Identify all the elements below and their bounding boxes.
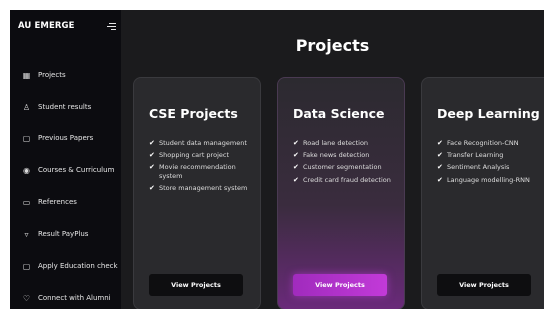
app-frame: AU EMERGE ▦ Projects ♙ Student results ▢… [10, 10, 544, 309]
check-icon: ✔ [437, 139, 443, 147]
sidebar-item-label: Result PayPlus [38, 230, 89, 238]
sidebar-item-connect-alumni[interactable]: ♡ Connect with Alumni [10, 289, 121, 309]
list-item: ✔ Road lane detection [293, 139, 369, 147]
user-icon: ♙ [22, 103, 31, 112]
sidebar-item-courses[interactable]: ◉ Courses & Curriculum [10, 161, 121, 183]
sidebar-item-student-results[interactable]: ♙ Student results [10, 98, 121, 120]
list-item: ✔ Language modelling-RNN [437, 175, 530, 184]
card-title: CSE Projects [149, 106, 238, 121]
check-icon: ✔ [293, 151, 299, 160]
project-card-data-science: Data Science ✔ Road lane detection ✔ Fake … [277, 77, 405, 309]
folder-icon: ▭ [22, 198, 31, 207]
list-item: ✔ Sentiment Analysis [437, 163, 510, 172]
project-list: ✔ Face Recognition-CNN ✔ Transfer Learning… [437, 139, 544, 188]
card-title: Data Science [293, 106, 385, 121]
sidebar-item-apply-education-check[interactable]: ▢ Apply Education check [10, 257, 121, 279]
book-icon: ◉ [23, 166, 30, 175]
list-item: ✔ Transfer Learning [437, 151, 504, 160]
main-content: Projects CSE Projects ✔ Student data mana… [121, 10, 544, 309]
sidebar-item-label: Apply Education check [38, 262, 118, 270]
sidebar-header: AU EMERGE [10, 10, 121, 46]
list-item: ✔ Store management system [149, 184, 248, 193]
check-icon: ✔ [437, 175, 443, 184]
check-icon: ✔ [293, 175, 299, 184]
check-icon: ✔ [149, 184, 155, 193]
sidebar-item-references[interactable]: ▭ References [10, 193, 121, 215]
check-icon: ✔ [437, 163, 443, 172]
heart-icon: ♡ [22, 294, 31, 303]
project-card-deep-learning: Deep Learning ✔ Face Recognition-CNN ✔ Tra… [421, 77, 544, 309]
sidebar-item-label: Previous Papers [38, 134, 94, 142]
sidebar-item-label: Connect with Alumni [38, 294, 111, 302]
sidebar-item-previous-papers[interactable]: ▢ Previous Papers [10, 129, 121, 151]
sidebar-item-result-payplus[interactable]: ▿ Result PayPlus [10, 225, 121, 247]
sidebar-item-projects[interactable]: ▦ Projects [10, 66, 121, 88]
list-item: ✔ Shopping cart project [149, 151, 229, 160]
list-item: ✔ Face Recognition-CNN [437, 139, 519, 147]
project-card-cse: CSE Projects ✔ Student data management ✔ S… [133, 77, 261, 309]
sidebar-item-label: References [38, 198, 77, 206]
sidebar: AU EMERGE ▦ Projects ♙ Student results ▢… [10, 10, 121, 309]
check-icon: ✔ [149, 151, 155, 160]
menu-toggle-icon[interactable] [106, 22, 116, 32]
sidebar-item-label: Student results [38, 103, 92, 111]
list-item: ✔ Fake news detection [293, 151, 370, 160]
checklist-icon: ▢ [22, 262, 31, 271]
list-item: ✔ Customer segmentation [293, 163, 382, 172]
check-icon: ✔ [293, 139, 299, 147]
document-icon: ▢ [22, 134, 31, 143]
list-item: ✔ Credit card fraud detection [293, 175, 391, 184]
page-title: Projects [295, 36, 370, 55]
sidebar-item-label: Projects [38, 71, 66, 79]
list-item: ✔ Student data management [149, 139, 247, 147]
view-projects-button[interactable]: View Projects [293, 274, 387, 296]
check-icon: ✔ [293, 163, 299, 172]
brand-logo: AU EMERGE [18, 21, 75, 31]
grid-icon: ▦ [22, 71, 31, 80]
project-list: ✔ Road lane detection ✔ Fake news detectio… [293, 139, 403, 188]
check-icon: ✔ [149, 163, 155, 172]
sidebar-item-label: Courses & Curriculum [38, 166, 115, 174]
wallet-icon: ▿ [24, 230, 29, 239]
check-icon: ✔ [149, 139, 155, 147]
project-list: ✔ Student data management ✔ Shopping cart … [149, 139, 259, 196]
view-projects-button[interactable]: View Projects [149, 274, 243, 296]
check-icon: ✔ [437, 151, 443, 160]
card-title: Deep Learning [437, 106, 540, 121]
view-projects-button[interactable]: View Projects [437, 274, 531, 296]
list-item: ✔ Movie recommendation system [149, 163, 236, 180]
